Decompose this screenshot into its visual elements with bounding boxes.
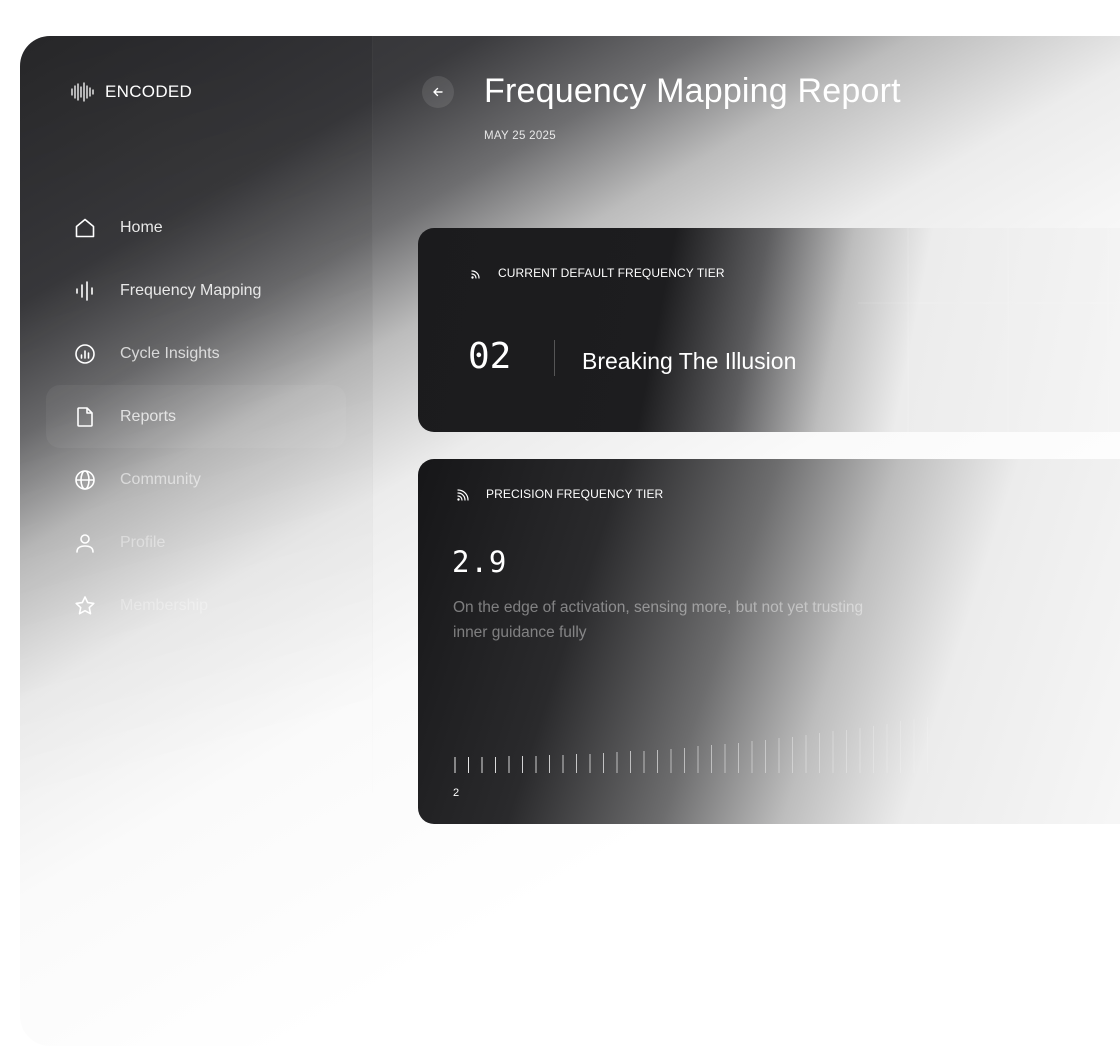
waveform-icon bbox=[72, 278, 98, 304]
precision-tier-label-text: PRECISION FREQUENCY TIER bbox=[486, 487, 664, 501]
precision-tier-card: PRECISION FREQUENCY TIER 2.9 On the edge… bbox=[418, 459, 1120, 824]
user-icon bbox=[72, 530, 98, 556]
signal-icon bbox=[457, 489, 469, 501]
sidebar-item-frequency-mapping[interactable]: Frequency Mapping bbox=[46, 259, 346, 322]
tier-divider bbox=[554, 340, 555, 376]
back-button[interactable] bbox=[422, 76, 454, 108]
current-tier-number: 02 bbox=[468, 336, 512, 377]
sidebar-item-label: Membership bbox=[120, 596, 209, 614]
current-tier-label-text: CURRENT DEFAULT FREQUENCY TIER bbox=[498, 266, 725, 280]
precision-tier-label: PRECISION FREQUENCY TIER bbox=[456, 487, 663, 501]
sidebar-item-label: Profile bbox=[120, 533, 166, 551]
logo[interactable]: ENCODED bbox=[70, 82, 192, 102]
arrow-left-icon bbox=[433, 87, 443, 97]
sidebar-item-home[interactable]: Home bbox=[46, 196, 346, 259]
home-icon bbox=[72, 215, 98, 241]
document-icon bbox=[72, 404, 98, 430]
sidebar-item-label: Home bbox=[120, 218, 163, 236]
signal-icon bbox=[471, 270, 480, 279]
sidebar-item-reports[interactable]: Reports bbox=[46, 385, 346, 448]
star-icon bbox=[72, 593, 98, 619]
sidebar-item-label: Cycle Insights bbox=[120, 344, 220, 362]
globe-icon bbox=[72, 467, 98, 493]
sidebar-item-profile[interactable]: Profile bbox=[46, 511, 346, 574]
precision-tier-description: On the edge of activation, sensing more,… bbox=[453, 599, 864, 641]
sidebar-item-membership[interactable]: Membership bbox=[46, 574, 346, 637]
current-tier-name: Breaking The Illusion bbox=[582, 348, 797, 374]
frequency-scale bbox=[454, 717, 928, 773]
report-date: MAY 25 2025 bbox=[484, 130, 556, 142]
sidebar-nav: Home Frequency Mapping Cycle Insights Re… bbox=[46, 196, 346, 637]
chart-circle-icon bbox=[72, 341, 98, 367]
page-title: Frequency Mapping Report bbox=[484, 72, 901, 110]
app-window: ENCODED Home Frequency Mapping Cycle Ins… bbox=[20, 36, 1120, 1046]
sidebar-item-community[interactable]: Community bbox=[46, 448, 346, 511]
precision-tier-value: 2.9 bbox=[452, 545, 508, 579]
decorative-grid bbox=[858, 228, 1120, 432]
sidebar-item-cycle-insights[interactable]: Cycle Insights bbox=[46, 322, 346, 385]
current-tier-card: CURRENT DEFAULT FREQUENCY TIER 02 Breaki… bbox=[418, 228, 1120, 432]
sidebar: ENCODED Home Frequency Mapping Cycle Ins… bbox=[20, 36, 373, 1046]
waveform-logo-icon bbox=[71, 82, 94, 102]
scale-start-label: 2 bbox=[453, 787, 460, 799]
sidebar-item-label: Frequency Mapping bbox=[120, 281, 262, 299]
sidebar-item-label: Reports bbox=[120, 407, 177, 425]
sidebar-item-label: Community bbox=[120, 470, 201, 488]
logo-text: ENCODED bbox=[105, 82, 193, 101]
current-tier-label: CURRENT DEFAULT FREQUENCY TIER bbox=[470, 266, 725, 280]
